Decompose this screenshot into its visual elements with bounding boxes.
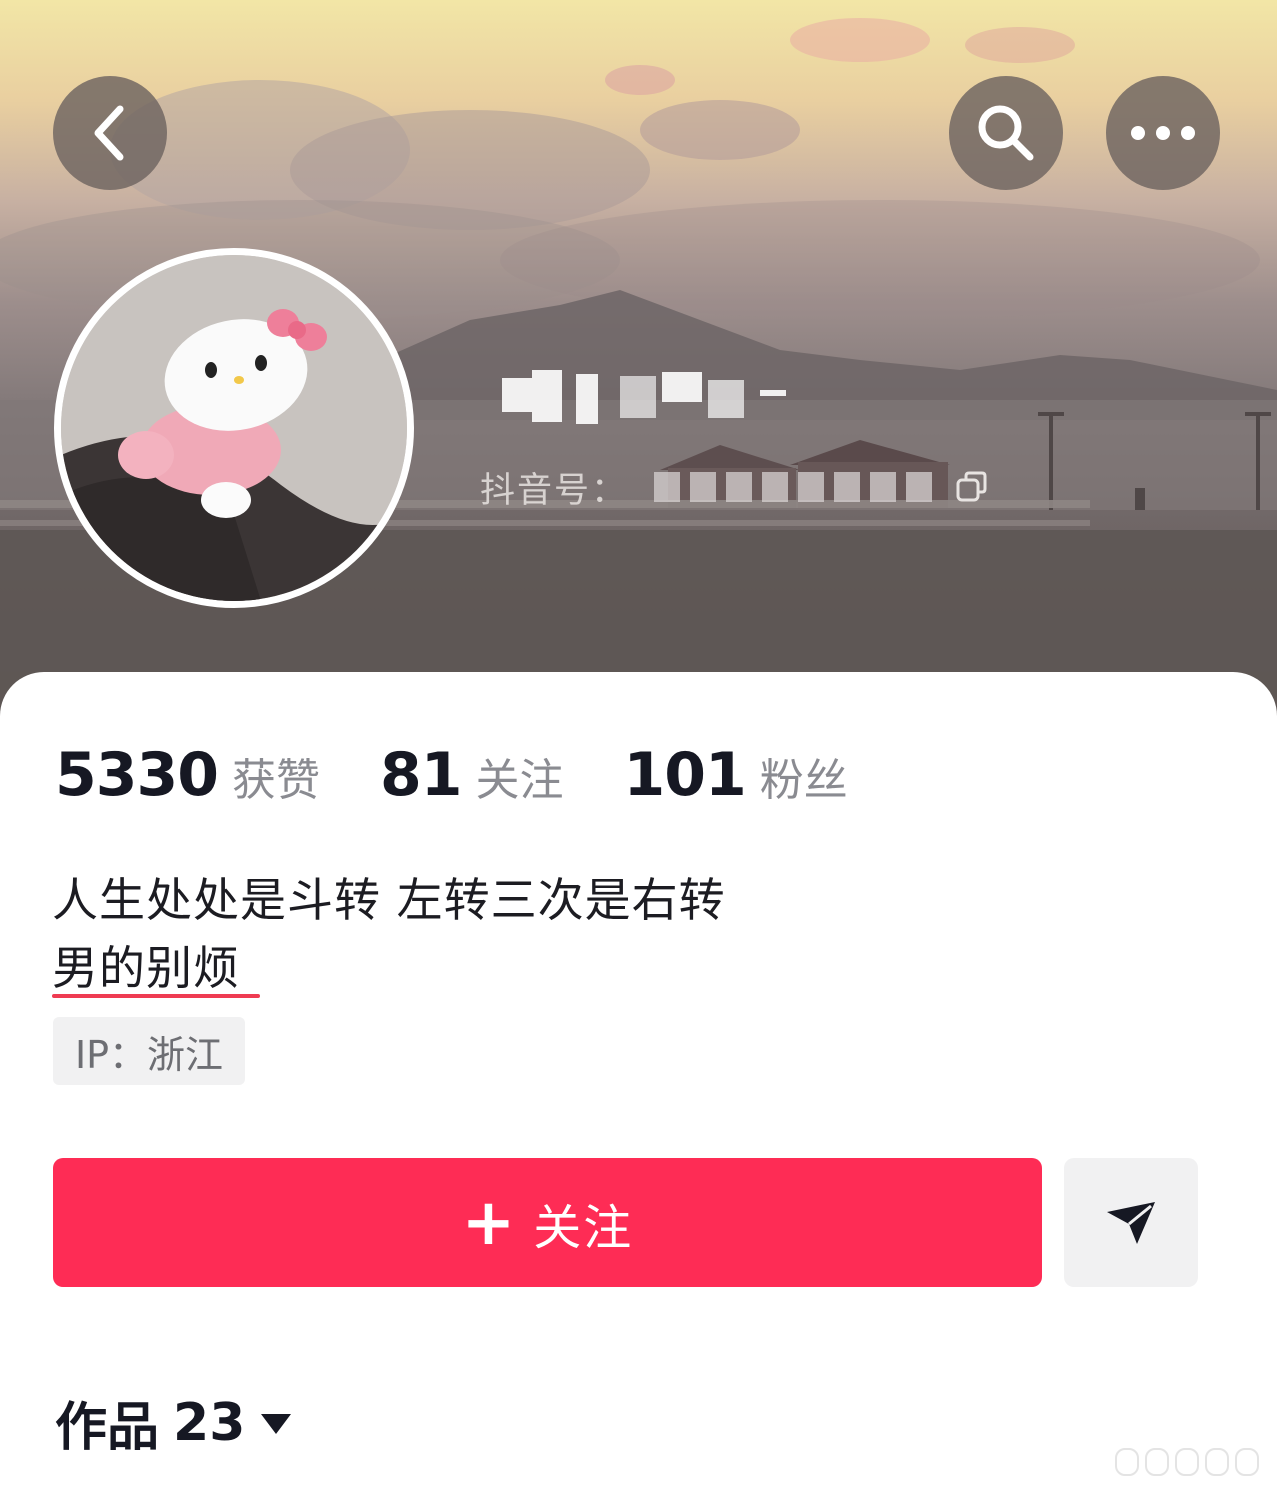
plus-icon: + xyxy=(461,1185,516,1260)
avatar-plush-toy-image xyxy=(61,255,407,601)
search-icon xyxy=(978,105,1034,161)
send-icon xyxy=(1107,1201,1155,1244)
bio-line-2: 男的别烦 xyxy=(52,941,240,995)
followers-label: 粉丝 xyxy=(759,755,848,806)
ip-location-tag: IP：浙江 xyxy=(53,1017,245,1085)
message-button[interactable] xyxy=(1064,1158,1198,1287)
profile-banner: 抖音号： xyxy=(0,0,1277,720)
likes-label: 获赞 xyxy=(232,755,320,806)
bio: 人生处处是斗转 左转三次是右转 男的别烦 xyxy=(52,866,726,1002)
stat-likes[interactable]: 5330 获赞 xyxy=(55,740,320,810)
followers-count: 101 xyxy=(623,740,747,810)
bio-highlight-underline xyxy=(52,994,260,998)
watermark xyxy=(1115,1448,1259,1476)
likes-count: 5330 xyxy=(55,740,219,810)
more-button[interactable] xyxy=(1106,76,1220,190)
search-button[interactable] xyxy=(949,76,1063,190)
caret-down-icon xyxy=(261,1413,292,1434)
works-count: 23 xyxy=(173,1392,246,1453)
douyin-id-label: 抖音号： xyxy=(480,470,629,511)
works-tab-label: 作品 xyxy=(55,1398,160,1458)
following-label: 关注 xyxy=(475,755,564,806)
back-button[interactable] xyxy=(53,76,167,190)
following-count: 81 xyxy=(380,740,462,810)
douyin-id-row: 抖音号： xyxy=(480,462,988,512)
nickname-redacted xyxy=(480,370,810,436)
follow-button[interactable]: + 关注 xyxy=(53,1158,1042,1287)
avatar[interactable] xyxy=(54,248,414,608)
stats-row: 5330 获赞 81 关注 101 粉丝 xyxy=(55,740,908,810)
works-tab[interactable]: 作品 23 xyxy=(55,1385,293,1460)
copy-icon[interactable] xyxy=(954,470,988,504)
bio-line-1: 人生处处是斗转 左转三次是右转 xyxy=(52,873,726,927)
chevron-left-icon xyxy=(94,105,124,161)
follow-button-label: 关注 xyxy=(533,1199,634,1256)
douyin-id-redacted xyxy=(654,472,933,502)
stat-followers[interactable]: 101 粉丝 xyxy=(624,740,848,810)
stat-following[interactable]: 81 关注 xyxy=(380,740,564,810)
more-dots-icon xyxy=(1131,126,1195,140)
